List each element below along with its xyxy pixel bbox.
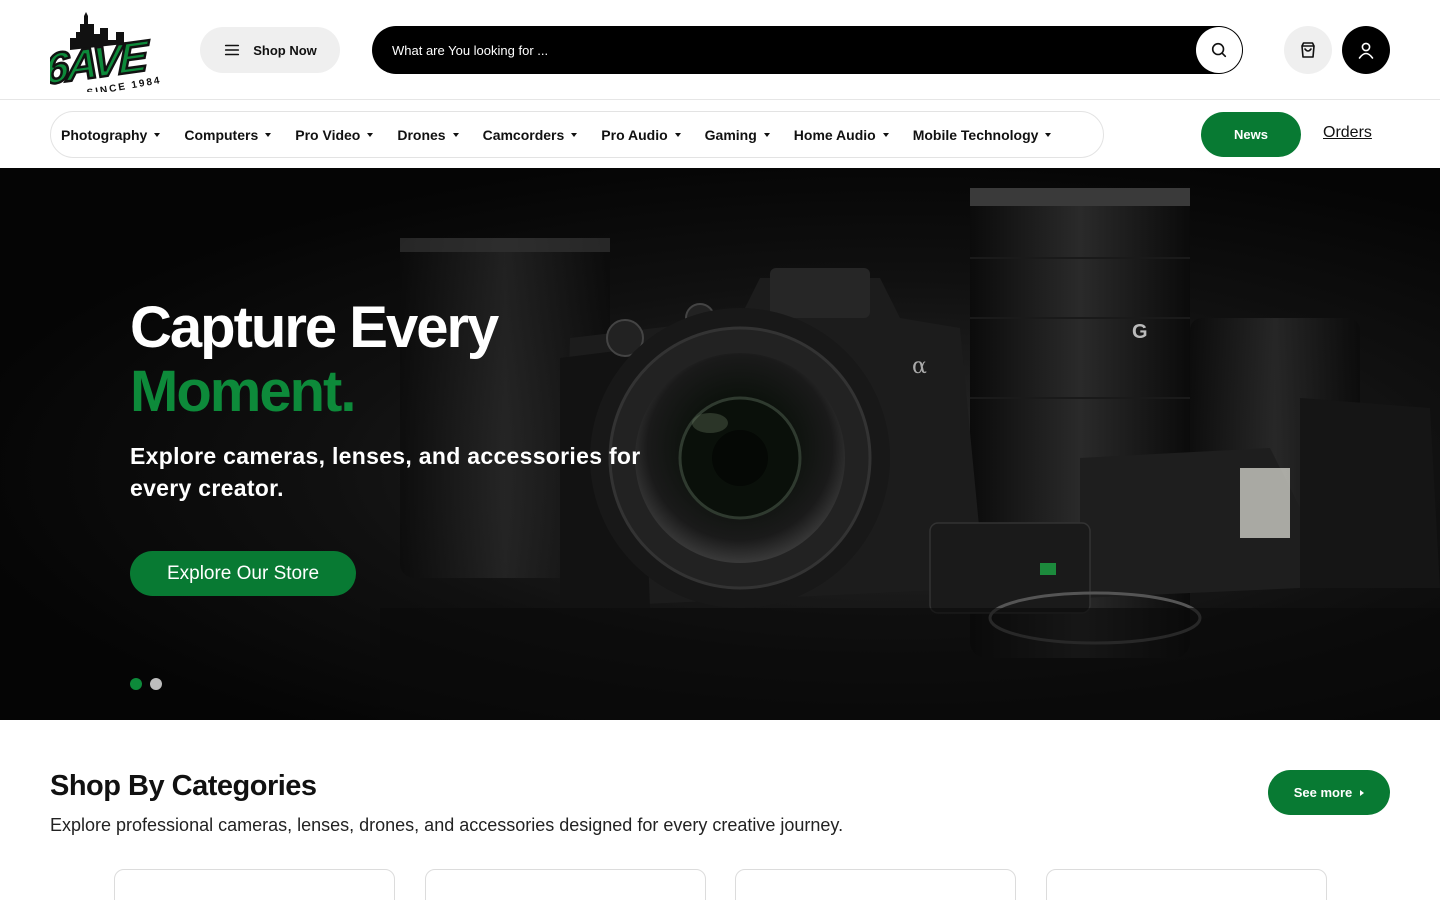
svg-text:G: G <box>1132 321 1148 343</box>
hero-title: Capture Every Moment. <box>130 295 499 424</box>
shop-now-label: Shop Now <box>253 42 317 58</box>
chevron-right-icon <box>1360 789 1365 796</box>
nav-item-photography[interactable]: Photography <box>61 126 161 143</box>
nav-item-label: Gaming <box>704 126 757 143</box>
section-title: Shop By Categories <box>50 770 317 802</box>
shop-now-button[interactable]: Shop Now <box>200 27 340 73</box>
carousel-dot-2[interactable] <box>150 678 162 690</box>
nav-item-label: Computers <box>184 126 259 143</box>
orders-link[interactable]: Orders <box>1323 124 1372 142</box>
svg-text:α: α <box>912 354 927 379</box>
search-button[interactable] <box>1196 27 1242 73</box>
hero-title-line-2: Moment. <box>130 359 356 424</box>
shopping-bag-icon <box>1301 42 1315 58</box>
news-button[interactable]: News <box>1201 112 1301 157</box>
caret-down-icon <box>452 133 459 137</box>
menu-icon <box>225 44 240 56</box>
account-button[interactable] <box>1342 26 1390 74</box>
nav-item-gaming[interactable]: Gaming <box>705 127 770 143</box>
nav-item-drones[interactable]: Drones <box>397 126 459 143</box>
nav-item-label: Photography <box>61 126 148 143</box>
nav-item-label: Mobile Technology <box>912 126 1039 143</box>
nav-item-camcorders[interactable]: Camcorders <box>483 127 578 143</box>
caret-down-icon <box>763 133 770 137</box>
nav-item-label: Camcorders <box>482 126 565 143</box>
nav-item-label: Drones <box>397 126 446 143</box>
caret-down-icon <box>674 133 681 137</box>
caret-down-icon <box>571 133 578 137</box>
user-icon <box>1358 42 1374 59</box>
section-description: Explore professional cameras, lenses, dr… <box>50 815 844 835</box>
see-more-button[interactable]: See more <box>1268 770 1390 815</box>
nav-item-pro-audio[interactable]: Pro Audio <box>601 126 681 143</box>
hero-subtitle: Explore cameras, lenses, and accessories… <box>130 443 641 501</box>
search-input[interactable] <box>392 26 1192 74</box>
logo[interactable]: 6AVE SINCE 1984 <box>50 10 162 92</box>
site-header: 6AVE SINCE 1984 Shop Now <box>0 0 1440 100</box>
nav-item-mobile-technology[interactable]: Mobile Technology <box>913 127 1052 143</box>
nav-item-pro-video[interactable]: Pro Video <box>295 126 374 143</box>
explore-store-button[interactable]: Explore Our Store <box>130 551 356 596</box>
nav-item-home-audio[interactable]: Home Audio <box>794 127 889 143</box>
search-icon <box>1211 42 1227 58</box>
hero-banner: G α Capture Every Moment. Explore camera… <box>0 168 1440 720</box>
caret-down-icon <box>154 133 161 137</box>
nav-item-label: Pro Video <box>295 126 361 143</box>
category-card[interactable] <box>425 869 706 900</box>
nav-item-computers[interactable]: Computers <box>184 126 272 143</box>
category-card[interactable] <box>735 869 1016 900</box>
caret-down-icon <box>882 133 889 137</box>
category-nav: Photography Computers Pro Video Drones C… <box>50 111 1104 158</box>
caret-down-icon <box>367 133 374 137</box>
category-card[interactable] <box>114 869 395 900</box>
see-more-label: See more <box>1293 785 1353 800</box>
caret-down-icon <box>1045 133 1052 137</box>
caret-down-icon <box>265 133 272 137</box>
carousel-dot-1[interactable] <box>130 678 142 690</box>
search-bar <box>372 26 1243 74</box>
category-card[interactable] <box>1046 869 1327 900</box>
nav-item-label: Home Audio <box>793 126 876 143</box>
cart-button[interactable] <box>1284 26 1332 74</box>
nav-item-label: Pro Audio <box>601 126 668 143</box>
hero-title-line-1: Capture Every <box>130 295 499 360</box>
